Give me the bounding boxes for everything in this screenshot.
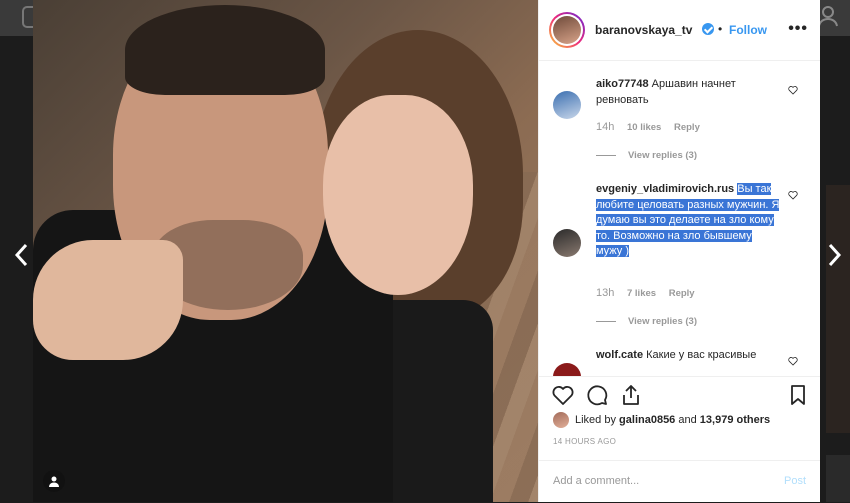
author-username[interactable]: baranovskaya_tv <box>595 23 692 37</box>
comments-list[interactable]: aiko77748 Аршавин начнет ревновать 14h 1… <box>539 61 820 376</box>
reply-button[interactable]: Reply <box>674 122 700 133</box>
post-side-panel: baranovskaya_tv • Follow ••• aiko77748 А… <box>538 0 820 502</box>
bookmark-icon[interactable] <box>786 383 810 407</box>
comment-text-block: aiko77748 Аршавин начнет ревновать <box>596 77 786 108</box>
post-actions-bar <box>539 376 820 411</box>
next-post-chevron-icon[interactable] <box>824 240 844 270</box>
likes-summary: Liked by galina0856 and 13,979 others <box>553 412 770 428</box>
liker-avatar[interactable] <box>553 412 569 428</box>
view-replies-button[interactable]: View replies (3) <box>596 150 697 161</box>
likes-and: and <box>678 414 697 426</box>
view-replies-label: View replies (3) <box>628 316 697 327</box>
separator-dot: • <box>718 22 723 36</box>
reply-button[interactable]: Reply <box>669 288 695 299</box>
comment-icon[interactable] <box>585 383 609 407</box>
photo-man-hair <box>125 5 325 95</box>
post-header: baranovskaya_tv • Follow ••• <box>539 0 820 61</box>
likes-count[interactable]: 13,979 others <box>700 414 770 426</box>
replies-line <box>596 154 616 156</box>
like-comment-heart-icon[interactable] <box>788 85 798 95</box>
view-replies-label: View replies (3) <box>628 150 697 161</box>
comment-text-block: wolf.cate Какие у вас красивые <box>596 348 786 364</box>
like-comment-heart-icon[interactable] <box>788 356 798 366</box>
commenter-avatar[interactable] <box>553 229 581 257</box>
photo-arm <box>33 240 183 360</box>
heart-icon[interactable] <box>551 383 575 407</box>
tagged-users-button[interactable] <box>43 470 65 492</box>
comment-body: Какие у вас красивые <box>646 349 757 361</box>
share-icon[interactable] <box>619 383 643 407</box>
commenter-avatar[interactable] <box>553 363 581 376</box>
comment-text-block: evgeniy_vladimirovich.rus Вы так любите … <box>596 182 781 260</box>
likes-prefix: Liked by <box>575 414 616 426</box>
comment-time: 13h <box>596 287 615 299</box>
post-comment-button[interactable]: Post <box>784 475 806 487</box>
replies-line <box>596 320 616 322</box>
commenter-username[interactable]: wolf.cate <box>596 349 643 361</box>
comment-time: 14h <box>596 121 615 133</box>
comment-likes[interactable]: 10 likes <box>627 122 661 133</box>
comment-meta: 13h 7 likes Reply <box>596 287 705 299</box>
post-photo[interactable] <box>33 0 538 502</box>
background-thumbnail <box>826 455 850 502</box>
comment-likes[interactable]: 7 likes <box>627 288 656 299</box>
verified-badge-icon <box>702 23 714 35</box>
liker-username[interactable]: galina0856 <box>619 414 675 426</box>
commenter-username[interactable]: evgeniy_vladimirovich.rus <box>596 183 734 195</box>
add-comment-input[interactable] <box>553 475 753 487</box>
like-comment-heart-icon[interactable] <box>788 190 798 200</box>
view-replies-button[interactable]: View replies (3) <box>596 316 697 327</box>
photo-woman-face <box>323 95 473 295</box>
follow-button[interactable]: Follow <box>729 23 767 37</box>
commenter-avatar[interactable] <box>553 91 581 119</box>
more-options-icon[interactable]: ••• <box>788 20 808 38</box>
user-tag-icon <box>49 476 59 487</box>
previous-post-chevron-icon[interactable] <box>12 240 32 270</box>
background-thumbnail <box>826 185 850 433</box>
author-avatar[interactable] <box>549 12 585 48</box>
post-timestamp[interactable]: 14 HOURS AGO <box>553 437 616 446</box>
comment-meta: 14h 10 likes Reply <box>596 121 710 133</box>
author-avatar-image <box>553 16 581 44</box>
commenter-username[interactable]: aiko77748 <box>596 78 649 90</box>
add-comment-bar: Post <box>539 460 820 503</box>
